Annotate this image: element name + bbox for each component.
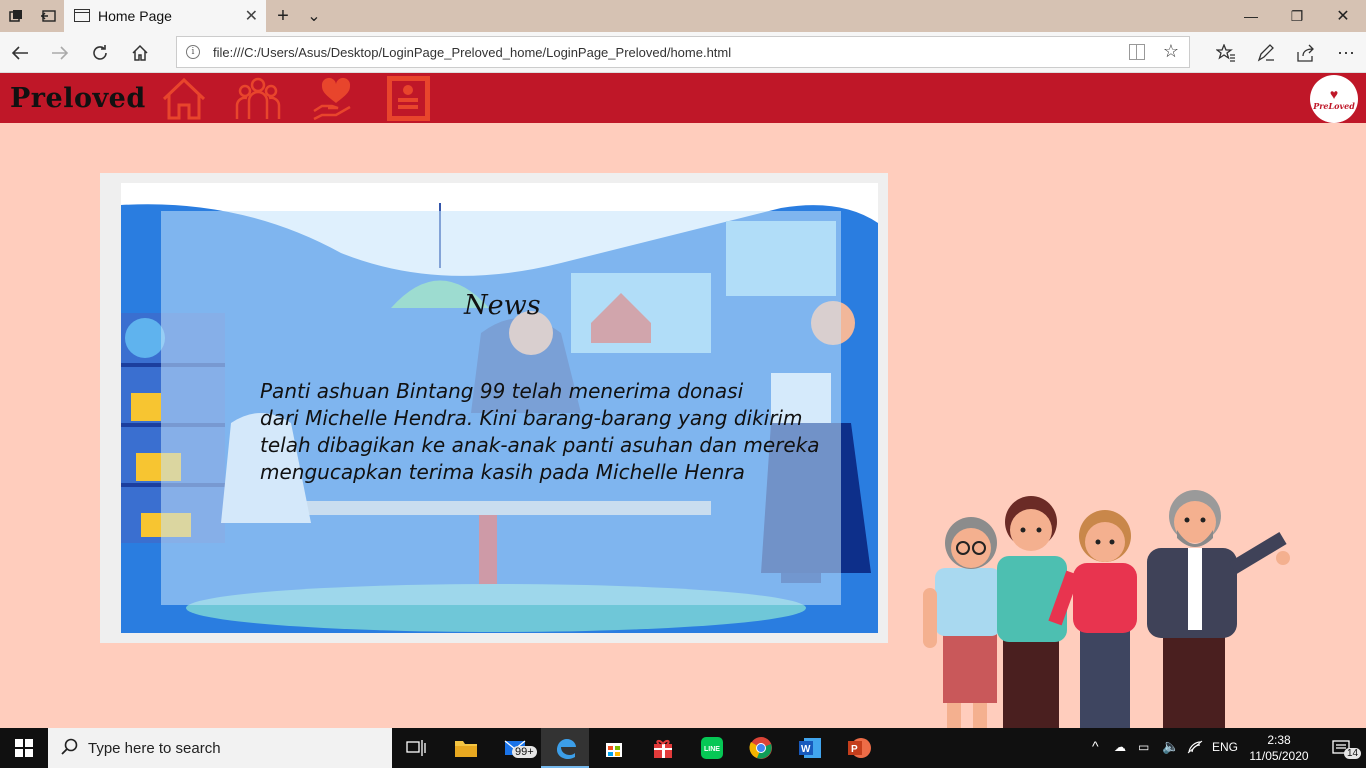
share-icon[interactable]	[1294, 41, 1318, 65]
clock-date: 11/05/2020	[1249, 749, 1309, 763]
site-info-icon[interactable]: i	[186, 45, 200, 59]
edge-browser-icon[interactable]	[541, 728, 589, 768]
mail-icon[interactable]: 99+	[492, 728, 540, 768]
wifi-icon[interactable]	[1187, 740, 1203, 757]
back-arrow-icon[interactable]	[8, 41, 32, 65]
svg-text:W: W	[801, 744, 811, 755]
search-placeholder: Type here to search	[88, 740, 221, 757]
new-tab-button[interactable]: +	[273, 5, 293, 27]
word-icon[interactable]: W	[786, 728, 834, 768]
news-line: Panti ashuan Bintang 99 telah menerima d…	[260, 379, 744, 403]
tab-actions-icon[interactable]	[6, 6, 26, 26]
onedrive-cloud-icon[interactable]: ☁	[1114, 740, 1126, 754]
mail-badge: 99+	[512, 746, 537, 758]
file-explorer-icon[interactable]	[442, 728, 490, 768]
clock-time: 2:38	[1267, 733, 1291, 747]
tab-close-icon[interactable]: ✕	[245, 6, 258, 26]
show-hidden-icons-chevron-icon[interactable]: ^	[1092, 738, 1099, 754]
logo-heart-icon: ♥	[1329, 86, 1339, 102]
svg-text:P: P	[851, 744, 858, 755]
logo-text: PreLoved	[1313, 101, 1355, 111]
svg-text:LINE: LINE	[704, 746, 720, 753]
preloved-logo[interactable]: ♥ PreLoved	[1310, 75, 1358, 123]
window-minimize-button[interactable]: —	[1228, 0, 1274, 32]
nav-home-icon[interactable]	[160, 75, 208, 121]
address-bar[interactable]: i file:///C:/Users/Asus/Desktop/LoginPag…	[176, 36, 1190, 68]
powerpoint-icon[interactable]: P	[835, 728, 883, 768]
window-restore-button[interactable]: ❐	[1274, 0, 1320, 32]
page-icon	[74, 9, 90, 22]
add-favorite-star-icon[interactable]: ☆	[1163, 41, 1179, 62]
set-tabs-aside-icon[interactable]	[38, 6, 58, 26]
news-line: mengucapkan terima kasih pada Michelle H…	[260, 460, 745, 484]
news-body: Panti ashuan Bintang 99 telah menerima d…	[260, 378, 830, 486]
tab-title: Home Page	[98, 8, 172, 24]
address-url[interactable]: file:///C:/Users/Asus/Desktop/LoginPage_…	[213, 45, 731, 60]
brand-title[interactable]: Preloved	[10, 83, 146, 114]
forward-arrow-icon[interactable]	[48, 41, 72, 65]
volume-icon[interactable]: 🔈	[1162, 738, 1179, 755]
family-illustration	[923, 490, 1290, 728]
news-line: telah dibagikan ke anak-anak panti asuha…	[260, 433, 820, 457]
task-view-icon[interactable]	[392, 728, 440, 768]
taskbar-search-input[interactable]: Type here to search	[48, 728, 392, 768]
news-title: News	[464, 290, 541, 321]
chrome-icon[interactable]	[737, 728, 785, 768]
line-app-icon[interactable]: LINE	[688, 728, 736, 768]
reading-view-icon[interactable]	[1129, 44, 1145, 60]
nav-community-icon[interactable]	[234, 75, 282, 121]
microsoft-store-icon[interactable]	[590, 728, 638, 768]
windows-taskbar: Type here to search 99+ LINE W P ^ ☁ ▭ 🔈…	[0, 728, 1366, 768]
news-line: dari Michelle Hendra. Kini barang-barang…	[260, 406, 803, 430]
browser-tab-bar: Home Page ✕ + ⌄ — ❐ ✕	[0, 0, 1366, 32]
search-icon	[60, 738, 78, 761]
browser-navigation-bar: i file:///C:/Users/Asus/Desktop/LoginPag…	[0, 32, 1366, 73]
notification-count-badge: 14	[1344, 748, 1362, 759]
tab-home-page[interactable]: Home Page ✕	[64, 0, 266, 32]
more-menu-icon[interactable]: ⋯	[1334, 41, 1358, 65]
clock[interactable]: 2:38 11/05/2020	[1248, 732, 1310, 764]
tab-list-chevron-icon[interactable]: ⌄	[304, 6, 324, 26]
notes-pen-icon[interactable]	[1254, 41, 1278, 65]
action-center-icon[interactable]: 14	[1318, 728, 1366, 768]
windows-start-icon[interactable]	[0, 728, 48, 768]
window-close-button[interactable]: ✕	[1320, 0, 1366, 32]
gift-app-icon[interactable]	[639, 728, 687, 768]
nav-profile-card-icon[interactable]	[384, 75, 432, 121]
home-icon[interactable]	[128, 41, 152, 65]
refresh-icon[interactable]	[88, 41, 112, 65]
battery-icon[interactable]: ▭	[1138, 740, 1149, 754]
nav-donate-heart-hand-icon[interactable]	[310, 75, 358, 121]
site-header: Preloved ♥ PreLoved	[0, 73, 1366, 123]
favorites-icon[interactable]	[1214, 41, 1238, 65]
language-indicator[interactable]: ENG	[1212, 740, 1238, 754]
